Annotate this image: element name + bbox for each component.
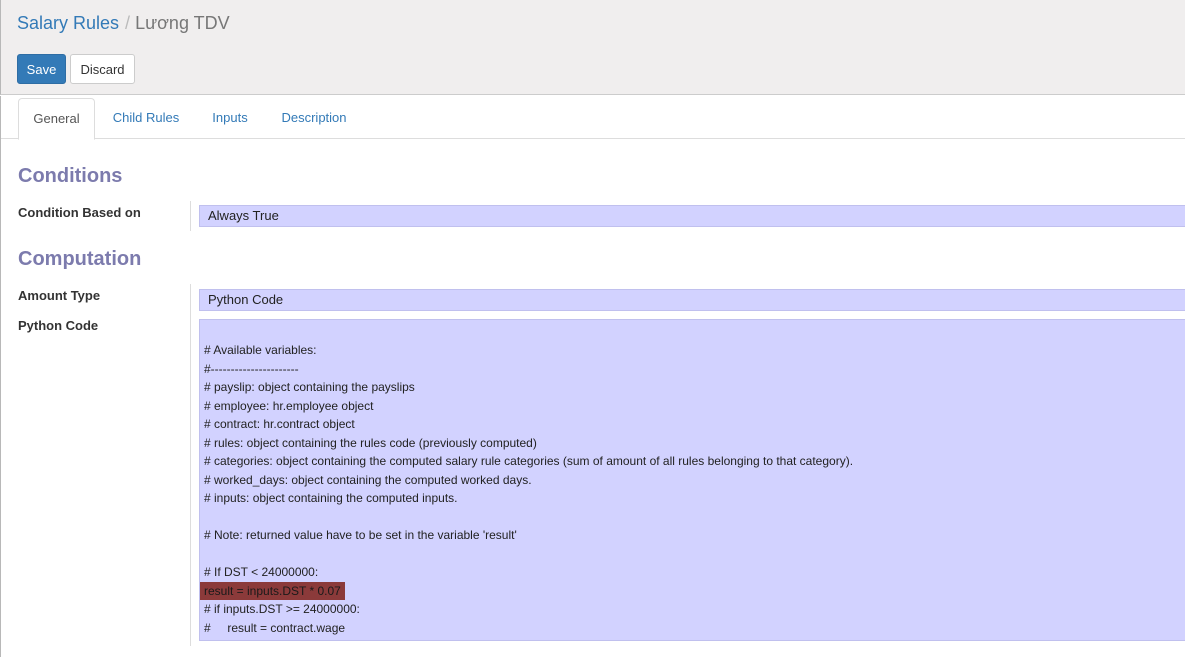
code-line: # categories: object containing the comp… <box>204 454 854 468</box>
amount-type-select[interactable]: Python Code <box>199 289 1185 311</box>
tab-general[interactable]: General <box>18 98 95 140</box>
code-line: # If DST < 24000000: <box>204 565 319 579</box>
code-line: # result = contract.wage <box>204 620 346 635</box>
tab-description[interactable]: Description <box>271 98 357 140</box>
condition-based-on-select[interactable]: Always True <box>199 205 1185 227</box>
code-line: # employee: hr.employee object <box>204 398 374 413</box>
code-line: # inputs: object containing the computed… <box>204 491 458 505</box>
code-line: # rules: object containing the rules cod… <box>204 435 537 450</box>
label-amount-type: Amount Type <box>18 288 101 303</box>
breadcrumb-separator: / <box>125 13 131 33</box>
form-sheet: General Child Rules Inputs Description C… <box>0 96 1185 657</box>
section-title-computation: Computation <box>18 248 142 270</box>
code-line: # Note: returned value have to be set in… <box>204 528 517 542</box>
code-line-highlighted: result = inputs.DST * 0.07 <box>200 581 345 600</box>
breadcrumb-salary-rules-link[interactable]: Salary Rules <box>17 13 119 33</box>
breadcrumb: Salary Rules / Lương TDV <box>17 13 230 34</box>
breadcrumb-current: Lương TDV <box>135 13 230 33</box>
discard-button[interactable]: Discard <box>70 54 135 84</box>
control-panel: Salary Rules / Lương TDV Save Discard <box>0 0 1185 95</box>
label-python-code: Python Code <box>18 318 99 333</box>
tab-inputs[interactable]: Inputs <box>199 98 261 140</box>
code-line: # if inputs.DST >= 24000000: <box>204 602 360 616</box>
field-divider <box>190 284 191 646</box>
field-divider <box>190 201 191 231</box>
python-code-editor[interactable]: # Available variables: #-----------------… <box>199 319 1185 641</box>
label-condition-based-on: Condition Based on <box>18 205 141 220</box>
code-line: # contract: hr.contract object <box>204 417 355 431</box>
code-line: # payslip: object containing the payslip… <box>204 380 415 394</box>
code-line: # worked_days: object containing the com… <box>204 472 532 487</box>
notebook-tabs: General Child Rules Inputs Description <box>1 96 1185 140</box>
code-line: # Available variables: <box>204 343 317 357</box>
section-title-conditions: Conditions <box>18 165 123 187</box>
save-button[interactable]: Save <box>17 54 66 84</box>
code-line: #---------------------- <box>204 361 299 376</box>
tab-child-rules[interactable]: Child Rules <box>102 98 190 140</box>
